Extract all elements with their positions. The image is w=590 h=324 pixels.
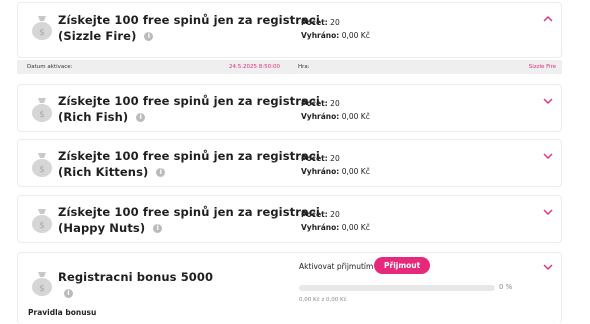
- bonus-title: Získejte 100 free spinů jen za registrac…: [58, 149, 320, 179]
- game-value: Sizzle Fire: [528, 64, 556, 70]
- money-bag-icon: $: [32, 98, 52, 122]
- svg-text:$: $: [39, 165, 45, 175]
- progress-amount: 0,00 Kč z 0,00 Kč: [299, 297, 347, 303]
- bonus-rules-link[interactable]: Pravidla bonusu: [28, 308, 96, 317]
- info-icon[interactable]: i: [153, 224, 163, 233]
- bonus-title: Získejte 100 free spinů jen za registrac…: [58, 13, 320, 43]
- chevron-down-icon[interactable]: [543, 208, 553, 216]
- bonus-progress-bar: [299, 285, 495, 291]
- bonus-stats: Počet: 20 Vyhráno: 0,00 Kč: [301, 210, 370, 232]
- activation-details-row: Datum aktivace: 24.5.2025 8:50:00 Hra: S…: [17, 60, 562, 74]
- bonus-title: Získejte 100 free spinů jen za registrac…: [58, 205, 320, 235]
- accept-button[interactable]: Přijmout: [374, 257, 431, 274]
- money-bag-icon: $: [32, 16, 52, 40]
- activate-label: Aktivovat přijmutím: [299, 262, 374, 271]
- chevron-up-icon[interactable]: [543, 15, 553, 23]
- bonus-stats: Počet: 20 Vyhráno: 0,00 Kč: [301, 99, 370, 121]
- bonus-card-rich-fish[interactable]: $ Získejte 100 free spinů jen za registr…: [17, 84, 562, 132]
- bonus-card-registration[interactable]: $ Registracni bonus 5000 i Aktivovat při…: [17, 252, 562, 324]
- game-label: Hra:: [298, 64, 310, 70]
- info-icon[interactable]: i: [64, 289, 73, 298]
- activation-date-label: Datum aktivace:: [27, 64, 73, 70]
- svg-text:$: $: [39, 284, 45, 294]
- money-bag-icon: $: [32, 272, 52, 296]
- info-icon[interactable]: i: [144, 32, 154, 41]
- chevron-down-icon[interactable]: [543, 263, 553, 271]
- bonus-title: Získejte 100 free spinů jen za registrac…: [58, 94, 320, 124]
- bonus-stats: Počet: 20 Vyhráno: 0,00 Kč: [301, 154, 370, 176]
- bonus-stats: Počet: 20 Vyhráno: 0,00 Kč: [301, 18, 370, 40]
- svg-text:$: $: [39, 221, 45, 231]
- money-bag-icon: $: [32, 153, 52, 177]
- progress-percent: 0 %: [499, 283, 513, 291]
- chevron-down-icon[interactable]: [543, 152, 553, 160]
- money-bag-icon: $: [32, 209, 52, 233]
- info-icon[interactable]: i: [136, 113, 146, 122]
- chevron-down-icon[interactable]: [543, 97, 553, 105]
- svg-text:$: $: [39, 110, 45, 120]
- bonus-card-sizzle-fire[interactable]: $ Získejte 100 free spinů jen za registr…: [17, 2, 562, 58]
- bonus-card-rich-kittens[interactable]: $ Získejte 100 free spinů jen za registr…: [17, 139, 562, 187]
- info-icon[interactable]: i: [156, 168, 166, 177]
- activation-date-value: 24.5.2025 8:50:00: [229, 64, 280, 70]
- svg-text:$: $: [39, 28, 45, 38]
- bonus-title: Registracni bonus 5000: [58, 270, 214, 284]
- bonus-card-happy-nuts[interactable]: $ Získejte 100 free spinů jen za registr…: [17, 195, 562, 243]
